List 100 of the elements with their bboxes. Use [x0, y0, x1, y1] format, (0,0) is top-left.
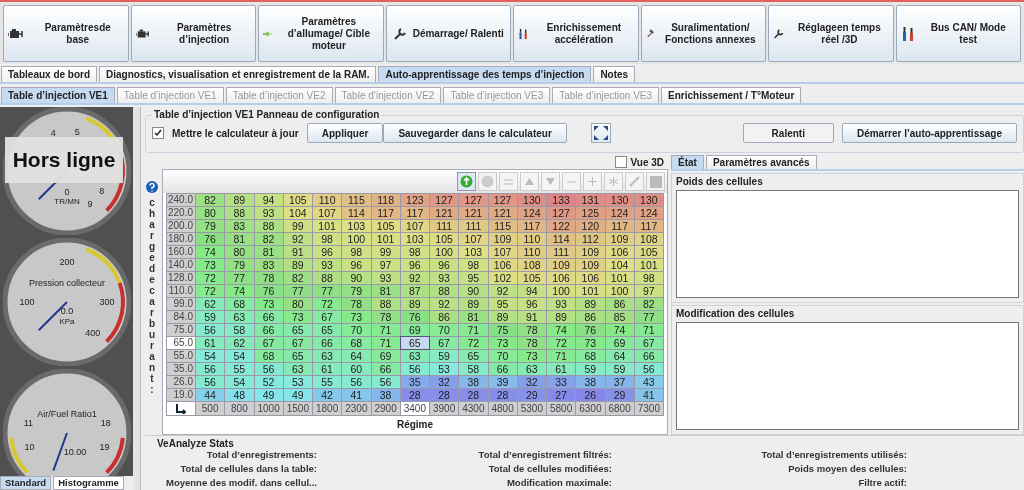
- table-cell[interactable]: 130: [605, 194, 634, 206]
- table-cell[interactable]: 66: [634, 350, 663, 362]
- toolbar-button[interactable]: Enrichissement accélération: [513, 5, 639, 62]
- table-cell[interactable]: 109: [576, 259, 605, 271]
- table-cell[interactable]: 73: [342, 311, 371, 323]
- table-cell[interactable]: 56: [196, 363, 225, 375]
- table-cell[interactable]: 114: [547, 233, 576, 245]
- table-cell[interactable]: 88: [225, 207, 254, 219]
- table-cell[interactable]: 104: [283, 207, 312, 219]
- table-cell[interactable]: 39: [488, 376, 517, 388]
- table-cell[interactable]: 64: [342, 350, 371, 362]
- table-cell[interactable]: 38: [371, 389, 400, 401]
- table-cell[interactable]: 64: [605, 350, 634, 362]
- toolbar-button[interactable]: Paramètres d’allumage/ Cible moteur: [258, 5, 384, 62]
- table-cell[interactable]: 72: [196, 272, 225, 284]
- table-cell[interactable]: 28: [430, 389, 459, 401]
- table-cell[interactable]: 56: [400, 363, 429, 375]
- table-cell[interactable]: 121: [430, 207, 459, 219]
- table-cell[interactable]: 95: [488, 298, 517, 310]
- table-cell[interactable]: 78: [342, 298, 371, 310]
- row-header[interactable]: 160.0: [167, 246, 195, 258]
- row-header[interactable]: 84.0: [167, 311, 195, 323]
- table-cell[interactable]: 56: [371, 376, 400, 388]
- table-cell[interactable]: 93: [371, 272, 400, 284]
- table-cell[interactable]: 112: [576, 233, 605, 245]
- column-header[interactable]: 6300: [576, 402, 605, 415]
- table-cell[interactable]: 66: [313, 337, 342, 349]
- tab[interactable]: Diagnostics, visualisation et enregistrement de la RAM.: [99, 66, 377, 82]
- table-cell[interactable]: 92: [400, 272, 429, 284]
- table-cell[interactable]: 130: [517, 194, 546, 206]
- table-cell[interactable]: 56: [196, 324, 225, 336]
- table-cell[interactable]: 93: [254, 207, 283, 219]
- table-cell[interactable]: 67: [634, 337, 663, 349]
- table-cell[interactable]: 89: [225, 194, 254, 206]
- checkbox[interactable]: [615, 156, 628, 168]
- table-cell[interactable]: 74: [196, 246, 225, 258]
- table-cell[interactable]: 83: [225, 220, 254, 232]
- table-cell[interactable]: 94: [254, 194, 283, 206]
- row-header[interactable]: 19.0: [167, 389, 195, 401]
- table-cell[interactable]: 98: [634, 272, 663, 284]
- table-cell[interactable]: 71: [459, 324, 488, 336]
- table-cell[interactable]: 55: [225, 363, 254, 375]
- table-cell[interactable]: 97: [371, 259, 400, 271]
- table-cell[interactable]: 58: [225, 324, 254, 336]
- table-cell[interactable]: 90: [342, 272, 371, 284]
- table-cell[interactable]: 86: [576, 311, 605, 323]
- table-cell[interactable]: 82: [254, 233, 283, 245]
- table-cell[interactable]: 54: [225, 350, 254, 362]
- table-cell[interactable]: 71: [371, 337, 400, 349]
- table-cell[interactable]: 105: [371, 220, 400, 232]
- table-cell[interactable]: 59: [196, 311, 225, 323]
- table-cell[interactable]: 72: [459, 337, 488, 349]
- action-button[interactable]: Sauvegarder dans le calculateur: [383, 123, 567, 143]
- table-cell[interactable]: 68: [342, 337, 371, 349]
- table-cell[interactable]: 107: [313, 207, 342, 219]
- column-header[interactable]: 3900: [430, 402, 459, 415]
- table-cell[interactable]: 80: [225, 246, 254, 258]
- table-cell[interactable]: 72: [547, 337, 576, 349]
- table-cell[interactable]: 68: [576, 350, 605, 362]
- table-cell[interactable]: 73: [283, 311, 312, 323]
- table-cell[interactable]: 78: [371, 311, 400, 323]
- table-cell[interactable]: 38: [459, 376, 488, 388]
- table-cell[interactable]: 74: [605, 324, 634, 336]
- table-cell[interactable]: 71: [371, 324, 400, 336]
- table-cell[interactable]: 121: [488, 207, 517, 219]
- table-cell[interactable]: 66: [254, 311, 283, 323]
- table-cell[interactable]: 43: [634, 376, 663, 388]
- row-header[interactable]: 128.0: [167, 272, 195, 284]
- table-cell[interactable]: 103: [342, 220, 371, 232]
- table-cell[interactable]: 76: [254, 285, 283, 297]
- table-cell[interactable]: 28: [488, 389, 517, 401]
- table-cell[interactable]: 71: [634, 324, 663, 336]
- column-header[interactable]: 6800: [605, 402, 634, 415]
- table-cell[interactable]: 65: [400, 337, 429, 349]
- table-cell[interactable]: 38: [576, 376, 605, 388]
- table-cell[interactable]: 107: [459, 233, 488, 245]
- table-cell[interactable]: 103: [400, 233, 429, 245]
- table-cell[interactable]: 123: [400, 194, 429, 206]
- table-cell[interactable]: 35: [400, 376, 429, 388]
- column-header[interactable]: 4800: [488, 402, 517, 415]
- tool-button[interactable]: [457, 172, 476, 191]
- column-header[interactable]: 1500: [283, 402, 312, 415]
- table-cell[interactable]: 56: [196, 376, 225, 388]
- table-cell[interactable]: 37: [605, 376, 634, 388]
- table-cell[interactable]: 124: [634, 207, 663, 219]
- table-cell[interactable]: 110: [517, 246, 546, 258]
- toolbar-button[interactable]: Paramètresde base: [3, 5, 129, 62]
- table-cell[interactable]: 102: [488, 272, 517, 284]
- table-cell[interactable]: 89: [283, 259, 312, 271]
- table-cell[interactable]: 70: [342, 324, 371, 336]
- toolbar-button[interactable]: Paramètres d’injection: [130, 5, 256, 62]
- tab[interactable]: Tableaux de bord: [1, 66, 98, 82]
- table-cell[interactable]: 63: [517, 363, 546, 375]
- table-cell[interactable]: 98: [313, 233, 342, 245]
- table-cell[interactable]: 120: [576, 220, 605, 232]
- table-cell[interactable]: 122: [547, 220, 576, 232]
- corner-button[interactable]: [167, 402, 195, 415]
- table-cell[interactable]: 56: [634, 363, 663, 375]
- table-cell[interactable]: 101: [576, 285, 605, 297]
- table-cell[interactable]: 66: [371, 363, 400, 375]
